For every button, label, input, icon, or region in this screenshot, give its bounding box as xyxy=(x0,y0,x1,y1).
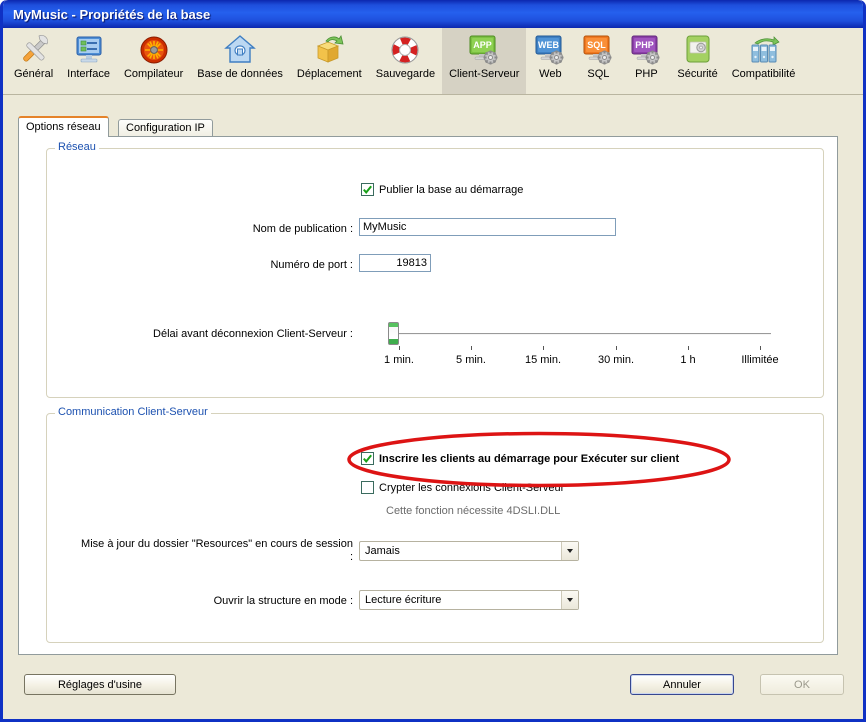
toolbar-item-web[interactable]: WEB Web xyxy=(526,28,574,94)
titlebar[interactable]: MyMusic - Propriétés de la base xyxy=(3,0,863,28)
toolbar-item-label: Web xyxy=(539,68,561,80)
slider-tick xyxy=(688,346,689,350)
slider-tick-label: 30 min. xyxy=(598,354,634,366)
publish-database-label: Publier la base au démarrage xyxy=(379,184,523,196)
toolbar-item-compatibilite[interactable]: Compatibilité xyxy=(725,28,803,94)
publication-name-input[interactable] xyxy=(359,218,616,236)
factory-settings-button[interactable]: Réglages d'usine xyxy=(24,674,176,695)
tab-label: Configuration IP xyxy=(126,122,205,134)
database-home-icon xyxy=(223,33,257,67)
encrypt-connections-label: Crypter les connexions Client-Serveur xyxy=(379,482,564,494)
web-monitor-icon: WEB xyxy=(533,33,567,67)
toolbar-item-label: Compatibilité xyxy=(732,68,796,80)
port-number-input[interactable] xyxy=(359,254,431,272)
svg-text:WEB: WEB xyxy=(538,40,559,50)
toolbar-item-interface[interactable]: Interface xyxy=(60,28,117,94)
security-icon xyxy=(681,33,715,67)
toolbar-item-label: Déplacement xyxy=(297,68,362,80)
ok-button[interactable]: OK xyxy=(760,674,844,695)
toolbar-item-label: SQL xyxy=(587,68,609,80)
timeout-slider-track[interactable] xyxy=(393,333,771,335)
svg-text:SQL: SQL xyxy=(588,40,607,50)
compiler-wheel-icon xyxy=(137,33,171,67)
resources-update-dropdown[interactable]: Jamais xyxy=(359,541,579,561)
svg-text:APP: APP xyxy=(473,40,492,50)
interface-monitor-icon xyxy=(72,33,106,67)
cancel-button[interactable]: Annuler xyxy=(630,674,734,695)
tab-options-reseau[interactable]: Options réseau xyxy=(18,116,109,137)
toolbar-item-deplacement[interactable]: Déplacement xyxy=(290,28,369,94)
timeout-slider-label: Délai avant déconnexion Client-Serveur : xyxy=(53,328,353,340)
dsli-note: Cette fonction nécessite 4DSLI.DLL xyxy=(386,505,560,517)
register-clients-label: Inscrire les clients au démarrage pour E… xyxy=(379,453,679,465)
publication-name-label: Nom de publication : xyxy=(103,223,353,235)
window-title: MyMusic - Propriétés de la base xyxy=(13,7,210,22)
network-groupbox-title: Réseau xyxy=(55,141,99,153)
toolbar-item-compilateur[interactable]: Compilateur xyxy=(117,28,190,94)
slider-tick-label: 1 h xyxy=(680,354,695,366)
toolbar-item-php[interactable]: PHP PHP xyxy=(622,28,670,94)
communication-groupbox-title: Communication Client-Serveur xyxy=(55,406,211,418)
slider-tick-label: 15 min. xyxy=(525,354,561,366)
php-monitor-icon: PHP xyxy=(629,33,663,67)
slider-tick xyxy=(399,346,400,350)
client-server-app-icon: APP xyxy=(467,33,501,67)
slider-tick-label: 1 min. xyxy=(384,354,414,366)
toolbar-item-base-de-donnees[interactable]: Base de données xyxy=(190,28,290,94)
slider-tick-label: 5 min. xyxy=(456,354,486,366)
toolbar-item-label: Compilateur xyxy=(124,68,183,80)
tab-label: Options réseau xyxy=(26,121,101,133)
backup-lifebuoy-icon xyxy=(388,33,422,67)
properties-dialog: MyMusic - Propriétés de la base Général xyxy=(0,0,866,722)
slider-tick-label: Illimitée xyxy=(741,354,778,366)
dialog-content: Options réseau Configuration IP Réseau P… xyxy=(3,95,863,719)
resources-update-value: Jamais xyxy=(360,545,561,557)
toolbar-item-securite[interactable]: Sécurité xyxy=(670,28,724,94)
slider-tick xyxy=(760,346,761,350)
toolbar: Général Interface xyxy=(3,28,863,95)
toolbar-item-label: Client-Serveur xyxy=(449,68,519,80)
dropdown-button[interactable] xyxy=(561,542,578,560)
svg-text:PHP: PHP xyxy=(636,40,655,50)
resources-update-label-line2: : xyxy=(53,551,353,563)
toolbar-item-sauvegarde[interactable]: Sauvegarde xyxy=(369,28,442,94)
publish-database-checkbox[interactable]: Publier la base au démarrage xyxy=(361,183,523,196)
dropdown-button[interactable] xyxy=(561,591,578,609)
resources-update-label-line1: Mise à jour du dossier "Resources" en co… xyxy=(53,538,353,550)
toolbar-item-sql[interactable]: SQL SQL xyxy=(574,28,622,94)
slider-tick xyxy=(616,346,617,350)
structure-mode-value: Lecture écriture xyxy=(360,594,561,606)
tab-panel-options-reseau: Réseau Publier la base au démarrage Nom … xyxy=(18,136,838,655)
toolbar-item-label: Sécurité xyxy=(677,68,717,80)
toolbar-item-label: PHP xyxy=(635,68,658,80)
structure-mode-dropdown[interactable]: Lecture écriture xyxy=(359,590,579,610)
slider-tick xyxy=(543,346,544,350)
move-box-icon xyxy=(312,33,346,67)
structure-mode-label: Ouvrir la structure en mode : xyxy=(53,595,353,607)
encrypt-connections-checkbox[interactable]: Crypter les connexions Client-Serveur xyxy=(361,481,564,494)
toolbar-item-label: Général xyxy=(14,68,53,80)
checkbox-unchecked-icon[interactable] xyxy=(361,481,374,494)
timeout-slider-thumb[interactable] xyxy=(388,322,399,345)
port-number-label: Numéro de port : xyxy=(103,259,353,271)
chevron-down-icon xyxy=(567,598,573,602)
slider-tick xyxy=(471,346,472,350)
toolbar-item-label: Interface xyxy=(67,68,110,80)
compatibility-binders-icon xyxy=(747,33,781,67)
register-clients-checkbox[interactable]: Inscrire les clients au démarrage pour E… xyxy=(361,452,679,465)
checkbox-checked-icon[interactable] xyxy=(361,452,374,465)
checkbox-checked-icon[interactable] xyxy=(361,183,374,196)
chevron-down-icon xyxy=(567,549,573,553)
toolbar-item-general[interactable]: Général xyxy=(7,28,60,94)
toolbar-item-client-serveur[interactable]: APP Client-Serveur xyxy=(442,28,526,94)
tab-configuration-ip[interactable]: Configuration IP xyxy=(118,119,213,137)
tools-icon xyxy=(17,33,51,67)
sql-monitor-icon: SQL xyxy=(581,33,615,67)
toolbar-item-label: Sauvegarde xyxy=(376,68,435,80)
toolbar-item-label: Base de données xyxy=(197,68,283,80)
